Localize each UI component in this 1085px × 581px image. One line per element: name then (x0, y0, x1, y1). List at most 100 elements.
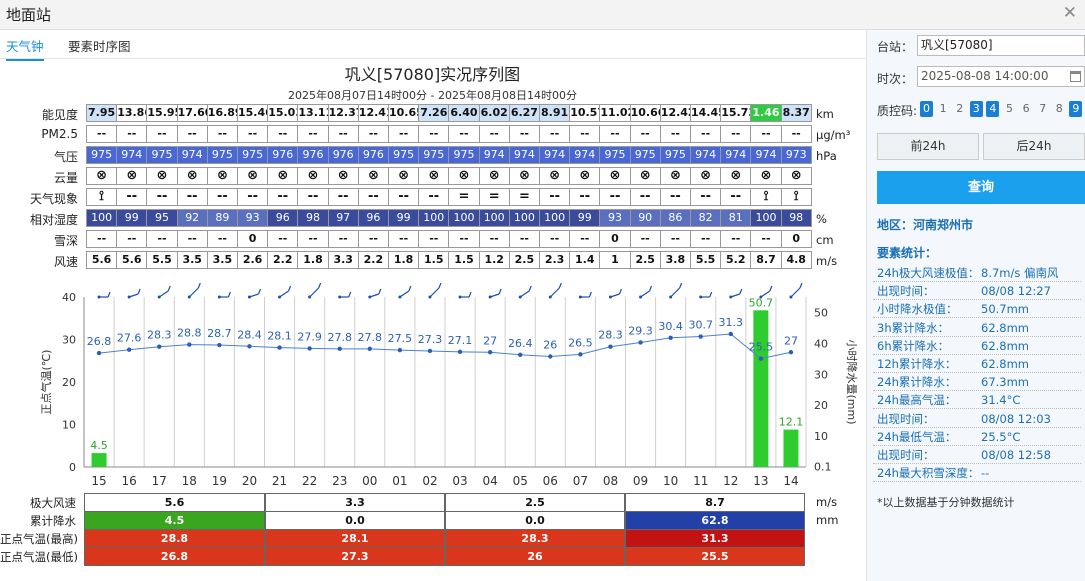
row-label: 风速 (53, 255, 78, 269)
table-cell: ⊗ (206, 167, 238, 185)
qc-code[interactable]: 7 (1036, 101, 1049, 117)
table-cell: -- (327, 230, 359, 248)
qc-code[interactable]: 1 (937, 101, 950, 117)
table-cell: 976 (357, 146, 389, 164)
table-cell: ⊗ (780, 167, 812, 185)
stat-key: 24h极大风速极值： (877, 266, 980, 280)
time-input[interactable]: 2025-08-08 14:00:00 (917, 66, 1085, 87)
table-cell: -- (327, 125, 359, 143)
table-cell: 974 (569, 146, 601, 164)
x-tick-label: 05 (513, 474, 528, 488)
table-cell: -- (690, 188, 722, 206)
table-cell: 96 (357, 209, 389, 227)
table-cell: 13.11 (297, 104, 329, 122)
stat-key: 24h最低气温： (877, 429, 957, 444)
stat-value: 08/08 12:03 (981, 411, 1051, 426)
wind-barb-feather (618, 288, 623, 295)
table-cell: -- (86, 125, 118, 143)
temperature-point (608, 344, 613, 349)
table-cell: = (508, 188, 540, 206)
table-cell: ⊗ (478, 167, 510, 185)
table-cell: 973 (780, 146, 812, 164)
temperature-label: 27.1 (448, 334, 473, 347)
temperature-label: 28.3 (147, 329, 172, 342)
next-24h-button[interactable]: 后24h (983, 133, 1085, 160)
chart-title: 巩义[57080]实况序列图 (344, 65, 521, 84)
query-button[interactable]: 查询 (877, 171, 1085, 204)
y-tick-label: 30 (62, 334, 76, 347)
query-panel: 台站： 巩义[57080] 时次： 2025-08-08 14:00:00 质控… (866, 30, 1085, 581)
station-input[interactable]: 巩义[57080] (917, 35, 1085, 56)
summary-cell: 28.3 (445, 529, 625, 548)
table-cell: ⊗ (539, 167, 571, 185)
qc-code[interactable]: 3 (969, 101, 983, 117)
table-cell: 8.91 (539, 104, 571, 122)
qc-code[interactable]: 5 (1003, 101, 1016, 117)
table-cell: -- (357, 125, 389, 143)
qc-code[interactable]: 9 (1069, 101, 1083, 117)
summary-label: 正点气温(最高) (0, 532, 78, 546)
table-cell: 975 (659, 146, 691, 164)
table-cell: 5.2 (720, 251, 752, 269)
table-cell: -- (237, 125, 269, 143)
qc-code[interactable]: 2 (953, 101, 966, 117)
table-cell: 1 (599, 251, 631, 269)
wind-barb-feather (378, 288, 382, 295)
table-cell: 100 (478, 209, 510, 227)
precip-bar (783, 429, 799, 467)
summary-label: 正点气温(最低) (0, 550, 78, 564)
table-cell: 1.4 (569, 251, 601, 269)
qc-code[interactable]: 8 (1053, 101, 1066, 117)
tab-element-timeseries[interactable]: 要素时序图 (68, 36, 131, 55)
table-cell: ⟟ (780, 188, 812, 206)
row-label: 天气现象 (29, 192, 78, 206)
x-tick-label: 06 (543, 474, 558, 488)
wind-barb-shaft (730, 293, 740, 298)
footnote: *以上数据基于分钟数据统计 (877, 496, 1015, 509)
stat-row: 24h最高气温： 31.4°C (873, 391, 1081, 410)
table-cell: ⊗ (357, 167, 389, 185)
qc-code[interactable]: 6 (1020, 101, 1033, 117)
wind-barb-feather (408, 285, 412, 292)
temperature-label: 27.6 (117, 332, 142, 345)
summary-cell: 5.6 (84, 493, 265, 512)
summary-cell: 0.0 (445, 511, 625, 530)
qc-code[interactable]: 4 (986, 101, 1000, 117)
y-tick-label: 0 (69, 461, 76, 474)
table-cell: 976 (267, 146, 299, 164)
prev-24h-button[interactable]: 前24h (877, 133, 979, 160)
table-cell: -- (569, 188, 601, 206)
summary-label: 累计降水 (30, 514, 76, 528)
table-cell: -- (418, 125, 450, 143)
table-cell: 3.8 (659, 251, 691, 269)
calendar-icon[interactable] (1070, 71, 1081, 82)
stat-key: 出现时间： (877, 411, 935, 426)
x-tick-label: 09 (633, 474, 648, 488)
table-cell: 5.5 (146, 251, 178, 269)
table-cell: -- (388, 125, 420, 143)
close-icon[interactable]: ✕ (1063, 3, 1077, 23)
table-cell: 92 (176, 209, 208, 227)
region-text: 地区：河南郑州市 (877, 218, 974, 232)
temperature-label: 28.7 (207, 327, 232, 340)
stat-row: 24h最低气温： 25.5°C (873, 428, 1081, 446)
table-cell: -- (176, 188, 208, 206)
table-cell: ⊗ (116, 167, 148, 185)
qc-code[interactable]: 0 (920, 101, 933, 117)
table-cell: 974 (508, 146, 540, 164)
table-cell: 974 (478, 146, 510, 164)
table-cell: 10.57 (569, 104, 601, 122)
stat-row: 24h累计降水： 67.3mm (873, 373, 1081, 392)
wind-barb-feather (558, 283, 562, 289)
table-cell: -- (297, 125, 329, 143)
table-cell: ⊗ (599, 167, 631, 185)
table-cell: 975 (237, 146, 269, 164)
temperature-point (638, 340, 643, 345)
wind-barb-feather (318, 283, 322, 289)
summary-unit: mm (816, 513, 839, 527)
table-cell: ⊗ (388, 167, 420, 185)
tab-weather-clock[interactable]: 天气钟 (6, 36, 44, 61)
temperature-label: 30.4 (658, 320, 683, 333)
wind-barb-shaft (610, 293, 620, 298)
table-cell: 6.27 (508, 104, 540, 122)
